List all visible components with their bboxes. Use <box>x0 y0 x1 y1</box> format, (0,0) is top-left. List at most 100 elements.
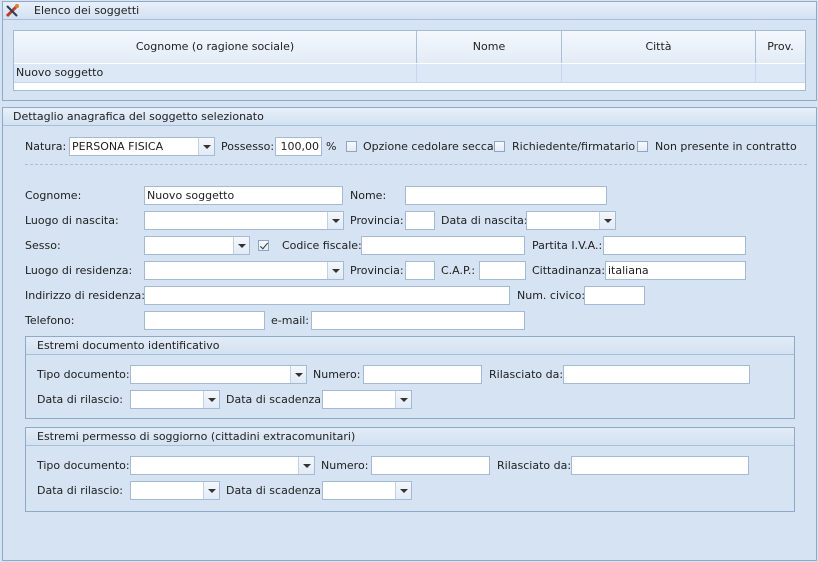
chevron-down-icon[interactable] <box>233 237 249 254</box>
doc-rilasciato-label: Rilasciato da: <box>489 368 564 381</box>
subject-detail-panel: Dettaglio anagrafica del soggetto selezi… <box>2 107 817 561</box>
doc-tipo-dropdown[interactable] <box>130 365 307 384</box>
chevron-down-icon[interactable] <box>198 138 214 155</box>
data-nascita-label: Data di nascita: <box>441 214 528 227</box>
cedolare-label: Opzione cedolare secca <box>363 140 494 153</box>
perm-rilasciato-field[interactable] <box>571 456 749 475</box>
piva-label: Partita I.V.A.: <box>532 239 603 252</box>
natura-label: Natura: <box>25 140 67 153</box>
nome-label: Nome: <box>350 189 387 202</box>
non-presente-label: Non presente in contratto <box>655 140 797 153</box>
luogo-nascita-label: Luogo di nascita: <box>25 214 119 227</box>
table-row[interactable]: Nuovo soggetto <box>14 64 805 83</box>
luogo-residenza-label: Luogo di residenza: <box>25 264 133 277</box>
chevron-down-icon[interactable] <box>298 457 314 474</box>
provincia-nascita-label: Provincia: <box>350 214 404 227</box>
row-cognome-cell[interactable]: Nuovo soggetto <box>14 64 417 82</box>
provincia-residenza-label: Provincia: <box>350 264 404 277</box>
cognome-label: Cognome: <box>25 189 82 202</box>
tools-icon <box>5 3 20 18</box>
richiedente-label: Richiedente/firmatario <box>512 140 636 153</box>
sesso-label: Sesso: <box>25 239 61 252</box>
perm-numero-label: Numero: <box>321 459 369 472</box>
cittadinanza-field[interactable]: italiana <box>605 261 746 280</box>
subjects-table[interactable]: Cognome (o ragione sociale) Nome Città P… <box>13 30 806 91</box>
permesso-group: Estremi permesso di soggiorno (cittadini… <box>25 427 795 512</box>
permesso-group-title: Estremi permesso di soggiorno (cittadini… <box>37 430 356 443</box>
doc-tipo-label: Tipo documento: <box>37 368 130 381</box>
num-civico-label: Num. civico: <box>517 289 586 302</box>
document-group: Estremi documento identificativo Tipo do… <box>25 336 795 419</box>
row-prov-cell[interactable] <box>756 64 805 82</box>
perm-data-scadenza-dropdown[interactable] <box>322 481 412 500</box>
telefono-label: Telefono: <box>25 314 75 327</box>
indirizzo-field[interactable] <box>144 286 510 305</box>
possesso-field[interactable]: 100,00 <box>275 137 322 156</box>
perm-data-rilascio-dropdown[interactable] <box>130 481 220 500</box>
cap-label: C.A.P.: <box>441 264 476 277</box>
chevron-down-icon[interactable] <box>599 212 615 229</box>
doc-data-scadenza-dropdown[interactable] <box>322 390 412 409</box>
subjects-list-titlebar: Elenco dei soggetti <box>3 2 816 20</box>
row-citta-cell[interactable] <box>562 64 756 82</box>
chevron-down-icon[interactable] <box>327 262 343 279</box>
sesso-dropdown[interactable] <box>144 236 250 255</box>
doc-rilasciato-field[interactable] <box>563 365 750 384</box>
non-presente-checkbox[interactable] <box>637 141 648 152</box>
perm-rilasciato-label: Rilasciato da: <box>497 459 572 472</box>
separator <box>25 164 807 165</box>
chevron-down-icon[interactable] <box>203 391 219 408</box>
num-civico-field[interactable] <box>584 286 645 305</box>
permesso-group-header: Estremi permesso di soggiorno (cittadini… <box>26 428 794 446</box>
indirizzo-label: Indirizzo di residenza: <box>25 289 145 302</box>
provincia-residenza-field[interactable] <box>405 261 435 280</box>
doc-numero-field[interactable] <box>363 365 482 384</box>
row-nome-cell[interactable] <box>417 64 562 82</box>
chevron-down-icon[interactable] <box>290 366 306 383</box>
telefono-field[interactable] <box>144 311 265 330</box>
richiedente-checkbox[interactable] <box>494 141 505 152</box>
perm-data-rilascio-label: Data di rilascio: <box>37 484 123 497</box>
doc-data-scadenza-label: Data di scadenza: <box>226 393 325 406</box>
chevron-down-icon[interactable] <box>327 212 343 229</box>
natura-dropdown[interactable]: PERSONA FISICA <box>69 137 215 156</box>
cap-field[interactable] <box>479 261 526 280</box>
piva-field[interactable] <box>603 236 746 255</box>
document-group-header: Estremi documento identificativo <box>26 337 794 355</box>
subject-detail-titlebar: Dettaglio anagrafica del soggetto selezi… <box>3 108 816 126</box>
data-nascita-dropdown[interactable] <box>526 211 616 230</box>
doc-numero-label: Numero: <box>313 368 361 381</box>
perm-numero-field[interactable] <box>371 456 490 475</box>
codice-fiscale-checkbox[interactable] <box>258 240 269 251</box>
column-header-cognome[interactable]: Cognome (o ragione sociale) <box>14 31 417 63</box>
nome-field[interactable] <box>405 186 607 205</box>
doc-data-rilascio-label: Data di rilascio: <box>37 393 123 406</box>
chevron-down-icon[interactable] <box>203 482 219 499</box>
cedolare-checkbox[interactable] <box>346 141 357 152</box>
provincia-nascita-field[interactable] <box>405 211 435 230</box>
column-header-prov[interactable]: Prov. <box>756 31 805 63</box>
cognome-field[interactable]: Nuovo soggetto <box>144 186 343 205</box>
email-label: e-mail: <box>271 314 310 327</box>
percent-label: % <box>326 140 337 153</box>
column-header-citta[interactable]: Città <box>562 31 756 63</box>
luogo-residenza-dropdown[interactable] <box>144 261 344 280</box>
subject-detail-title: Dettaglio anagrafica del soggetto selezi… <box>13 110 264 123</box>
perm-tipo-dropdown[interactable] <box>130 456 315 475</box>
subjects-list-title: Elenco dei soggetti <box>34 4 140 17</box>
codice-fiscale-label: Codice fiscale: <box>282 239 362 252</box>
subjects-list-panel: Elenco dei soggetti Cognome (o ragione s… <box>2 1 817 101</box>
column-header-nome[interactable]: Nome <box>417 31 562 63</box>
cittadinanza-label: Cittadinanza: <box>532 264 606 277</box>
document-group-title: Estremi documento identificativo <box>37 339 220 352</box>
perm-tipo-label: Tipo documento: <box>37 459 130 472</box>
email-field[interactable] <box>311 311 525 330</box>
possesso-label: Possesso: <box>221 140 275 153</box>
chevron-down-icon[interactable] <box>395 482 411 499</box>
codice-fiscale-field[interactable] <box>361 236 525 255</box>
luogo-nascita-dropdown[interactable] <box>144 211 344 230</box>
natura-value: PERSONA FISICA <box>72 140 164 153</box>
perm-data-scadenza-label: Data di scadenza: <box>226 484 325 497</box>
doc-data-rilascio-dropdown[interactable] <box>130 390 220 409</box>
chevron-down-icon[interactable] <box>395 391 411 408</box>
